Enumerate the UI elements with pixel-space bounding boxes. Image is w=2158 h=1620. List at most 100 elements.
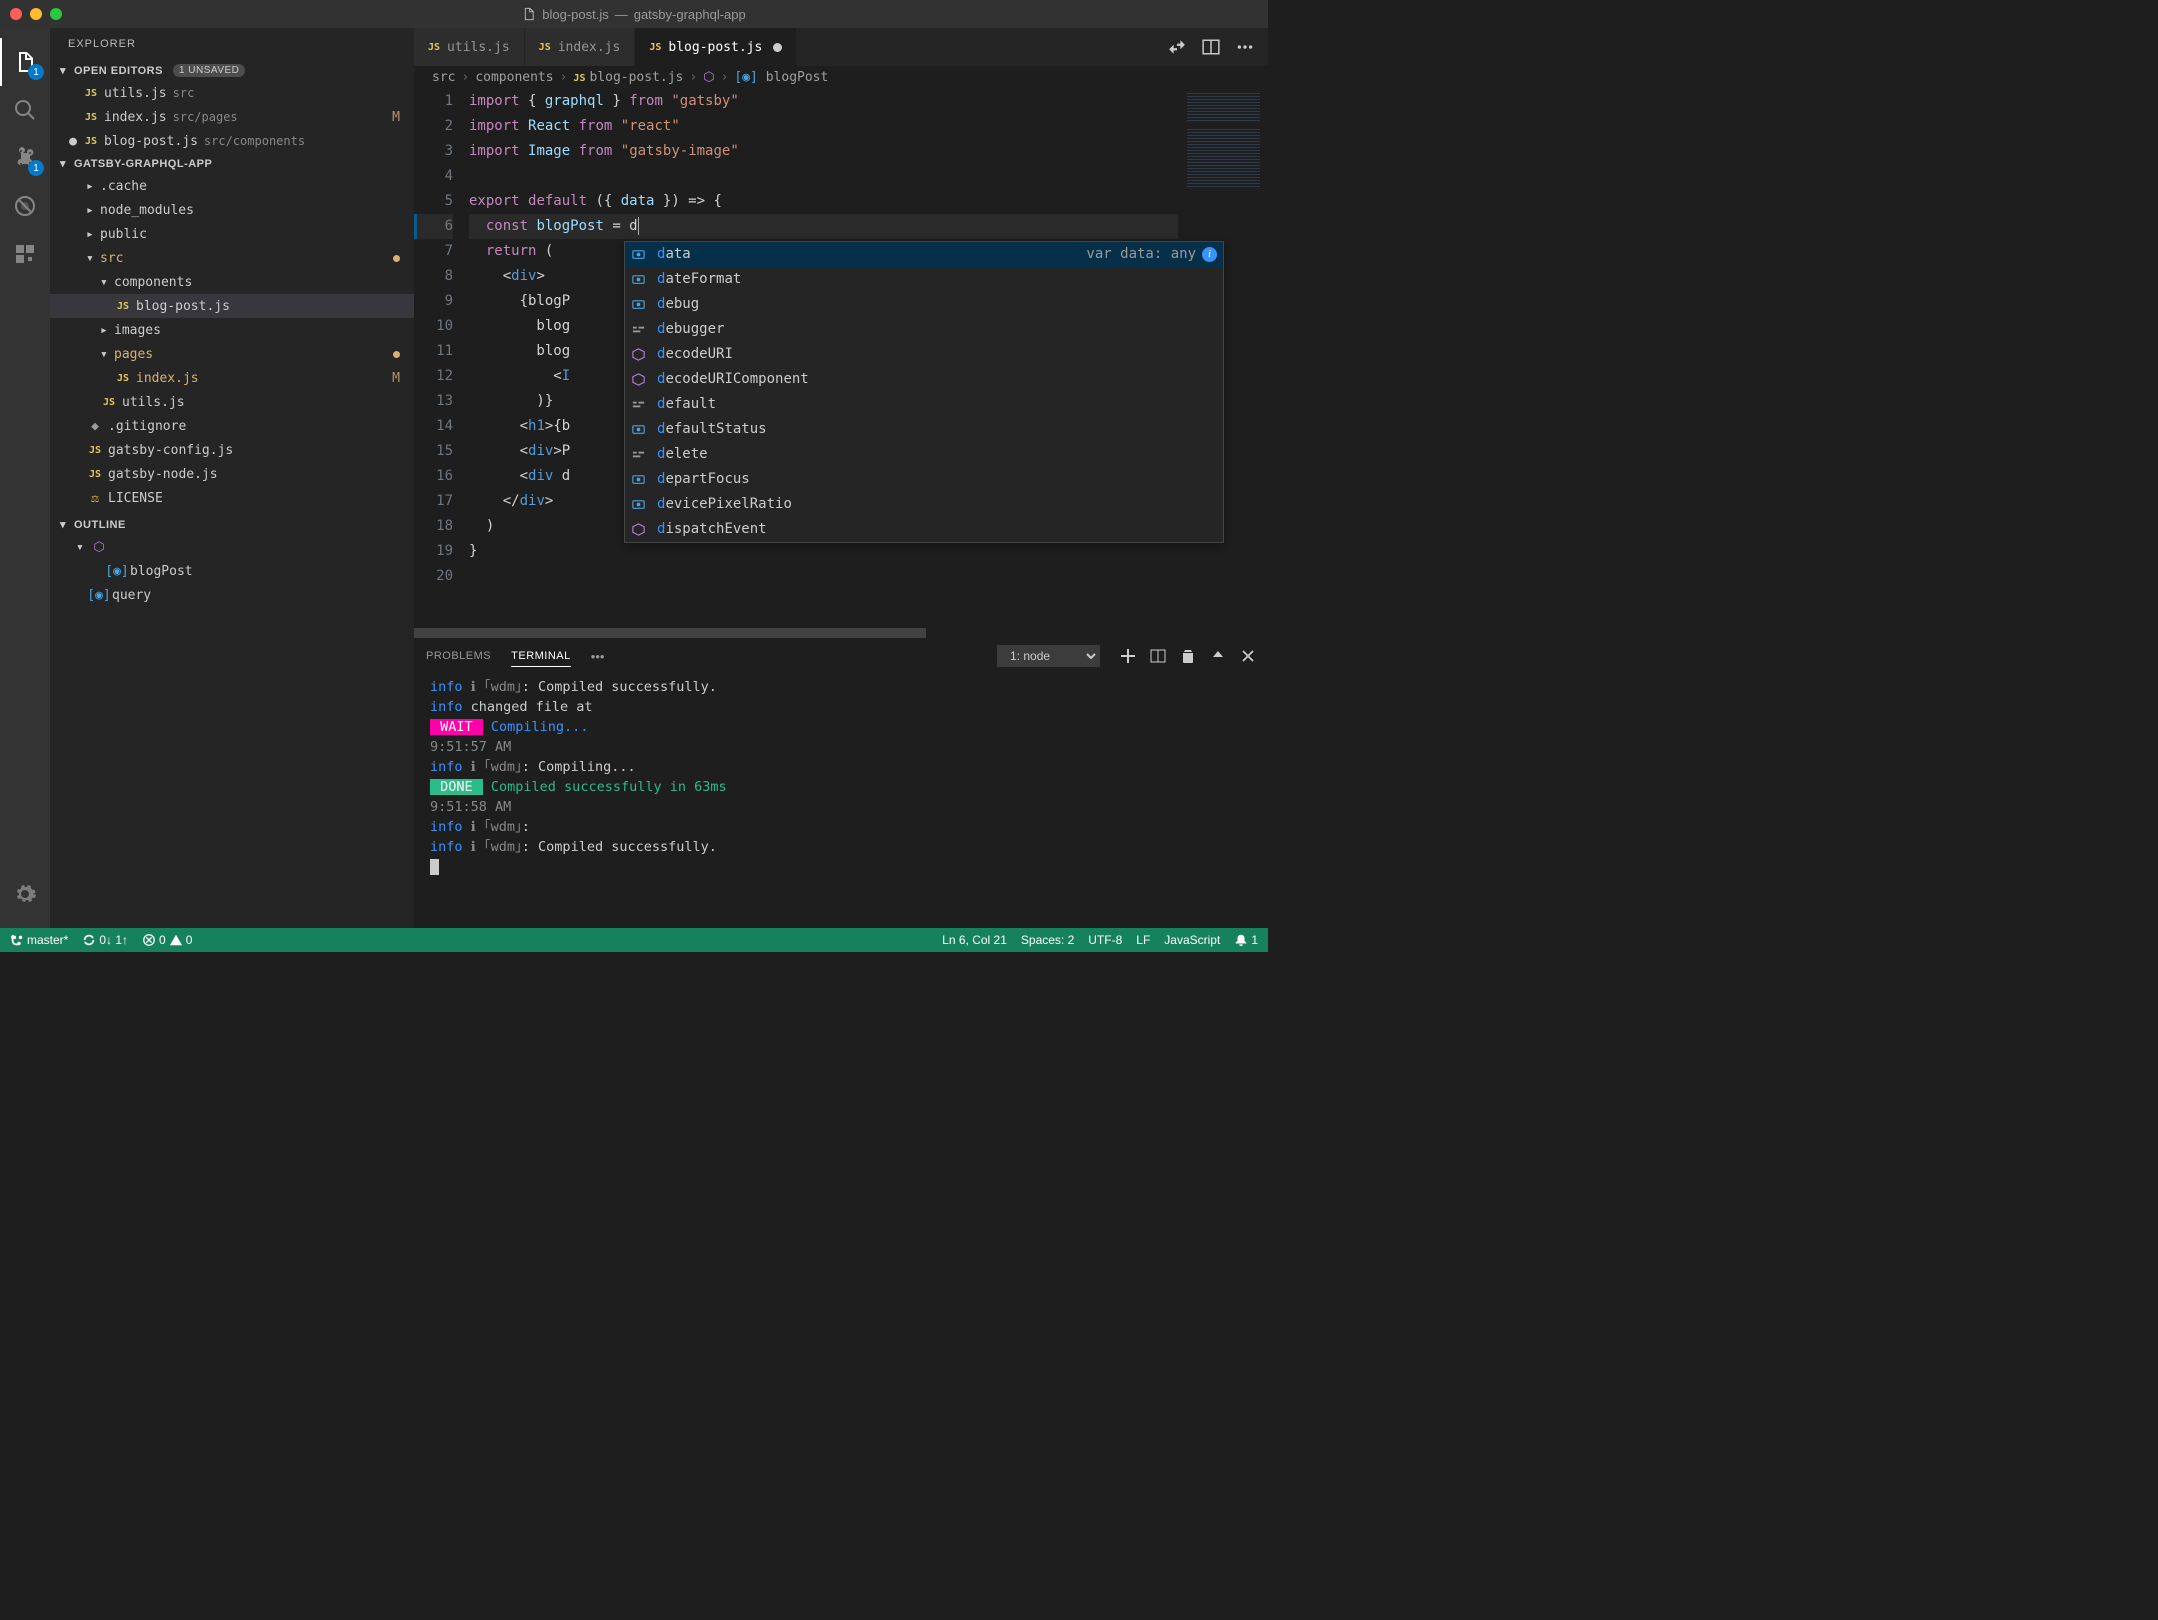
tree-item[interactable]: ▸images [50, 318, 414, 342]
unsaved-badge: 1 UNSAVED [173, 64, 245, 77]
outline-item[interactable]: ▾⬡ [50, 535, 414, 559]
warning-icon [169, 933, 183, 947]
panel-tab-more[interactable]: ••• [591, 649, 605, 664]
status-language[interactable]: JavaScript [1164, 933, 1220, 947]
panel-maximize-icon[interactable] [1210, 648, 1226, 664]
status-errors[interactable]: 0 0 [142, 933, 192, 947]
suggest-item[interactable]: debugger [625, 317, 1223, 342]
more-icon[interactable] [1236, 38, 1254, 56]
terminal-kill-icon[interactable] [1180, 648, 1196, 664]
terminal-new-icon[interactable] [1120, 648, 1136, 664]
scm-badge: 1 [28, 160, 44, 176]
outline-header[interactable]: ▾ OUTLINE [50, 514, 414, 535]
editor-scrollbar-h[interactable] [414, 628, 1268, 638]
project-header[interactable]: ▾ GATSBY-GRAPHQL-APP [50, 153, 414, 174]
suggest-item[interactable]: datavar data: any i [625, 242, 1223, 267]
sync-icon [82, 933, 96, 947]
tree-item[interactable]: ▾components [50, 270, 414, 294]
breadcrumb-item[interactable]: [◉] blogPost [734, 70, 828, 85]
code-content[interactable]: import { graphql } from "gatsby"import R… [469, 89, 1178, 628]
tree-item[interactable]: ▾pages [50, 342, 414, 366]
tree-item[interactable]: JSgatsby-config.js [50, 438, 414, 462]
activity-bar: 1 1 [0, 28, 50, 928]
editor-body[interactable]: 1234567891011121314151617181920 import {… [414, 89, 1268, 628]
breadcrumb-item[interactable]: JSblog-post.js [573, 70, 683, 85]
file-tree: ▸.cache▸node_modules▸public▾src▾componen… [50, 174, 414, 510]
open-editors-header[interactable]: ▾ OPEN EDITORS 1 UNSAVED [50, 60, 414, 81]
status-encoding[interactable]: UTF-8 [1088, 933, 1122, 947]
editor-tab[interactable]: JSblog-post.js [635, 28, 797, 66]
terminal-split-icon[interactable] [1150, 648, 1166, 664]
panel-close-icon[interactable] [1240, 648, 1256, 664]
branch-icon [10, 933, 24, 947]
breadcrumb-item[interactable]: src [432, 70, 455, 85]
suggest-item[interactable]: devicePixelRatio [625, 492, 1223, 517]
tree-item[interactable]: ▸node_modules [50, 198, 414, 222]
terminal-selector[interactable]: 1: node [997, 645, 1100, 667]
suggest-item[interactable]: dateFormat [625, 267, 1223, 292]
tree-item[interactable]: JSutils.js [50, 390, 414, 414]
terminal-output[interactable]: info ℹ ｢wdm｣: Compiled successfully.info… [414, 673, 1268, 928]
suggest-item[interactable]: defaultStatus [625, 417, 1223, 442]
suggest-item[interactable]: decodeURIComponent [625, 367, 1223, 392]
breadcrumb-item[interactable]: components [475, 70, 553, 85]
editor-tab[interactable]: JSindex.js [525, 28, 636, 66]
explorer-badge: 1 [28, 64, 44, 80]
tree-item[interactable]: ▸.cache [50, 174, 414, 198]
outline-item[interactable]: [◉]query [50, 583, 414, 607]
status-cursor[interactable]: Ln 6, Col 21 [942, 933, 1007, 947]
tree-item[interactable]: JSblog-post.js [50, 294, 414, 318]
tab-actions [1154, 28, 1268, 66]
tree-item[interactable]: ▸public [50, 222, 414, 246]
outline-item[interactable]: [◉]blogPost [50, 559, 414, 583]
tree-item[interactable]: JSgatsby-node.js [50, 462, 414, 486]
breadcrumb-item[interactable]: ⬡ [703, 70, 714, 85]
tree-item[interactable]: JSindex.jsM [50, 366, 414, 390]
titlebar: blog-post.js — gatsby-graphql-app [0, 0, 1268, 28]
window-maximize[interactable] [50, 8, 62, 20]
suggest-item[interactable]: departFocus [625, 467, 1223, 492]
status-sync[interactable]: 0↓ 1↑ [82, 933, 128, 947]
panel-tab-terminal[interactable]: TERMINAL [511, 646, 571, 667]
tree-item[interactable]: ▾src [50, 246, 414, 270]
compare-icon[interactable] [1168, 38, 1186, 56]
open-editor-item[interactable]: JSutils.jssrc [50, 81, 414, 105]
suggest-item[interactable]: dispatchEvent [625, 517, 1223, 542]
window-minimize[interactable] [30, 8, 42, 20]
editor-tab[interactable]: JSutils.js [414, 28, 525, 66]
breadcrumbs[interactable]: src›components›JSblog-post.js›⬡ ›[◉] blo… [414, 66, 1268, 89]
status-spaces[interactable]: Spaces: 2 [1021, 933, 1074, 947]
tree-item[interactable]: ⚖LICENSE [50, 486, 414, 510]
sidebar: EXPLORER ▾ OPEN EDITORS 1 UNSAVED JSutil… [50, 28, 414, 928]
panel: PROBLEMS TERMINAL ••• 1: node info ℹ ｢wd… [414, 638, 1268, 928]
open-editors-list: JSutils.jssrcJSindex.jssrc/pagesM●JSblog… [50, 81, 414, 153]
suggest-item[interactable]: default [625, 392, 1223, 417]
outline-tree: ▾⬡[◉]blogPost[◉]query [50, 535, 414, 607]
split-editor-icon[interactable] [1202, 38, 1220, 56]
error-icon [142, 933, 156, 947]
intellisense-popup[interactable]: datavar data: any idateFormatdebugdebugg… [624, 241, 1224, 543]
window-close[interactable] [10, 8, 22, 20]
activity-search[interactable] [0, 86, 50, 134]
status-eol[interactable]: LF [1136, 933, 1150, 947]
activity-settings[interactable] [0, 870, 50, 918]
suggest-item[interactable]: decodeURI [625, 342, 1223, 367]
open-editor-item[interactable]: JSindex.jssrc/pagesM [50, 105, 414, 129]
tree-item[interactable]: ◆.gitignore [50, 414, 414, 438]
activity-debug[interactable] [0, 182, 50, 230]
status-branch[interactable]: master* [10, 933, 68, 947]
line-gutter: 1234567891011121314151617181920 [414, 89, 469, 628]
activity-scm[interactable]: 1 [0, 134, 50, 182]
open-editor-item[interactable]: ●JSblog-post.jssrc/components [50, 129, 414, 153]
file-icon [522, 7, 536, 21]
window-title: blog-post.js — gatsby-graphql-app [522, 7, 746, 22]
status-bar: master* 0↓ 1↑ 0 0 Ln 6, Col 21 Spaces: 2… [0, 928, 1268, 952]
panel-tabs: PROBLEMS TERMINAL ••• 1: node [414, 639, 1268, 673]
bell-icon [1234, 933, 1248, 947]
activity-explorer[interactable]: 1 [0, 38, 50, 86]
status-notifications[interactable]: 1 [1234, 933, 1258, 947]
panel-tab-problems[interactable]: PROBLEMS [426, 646, 491, 666]
suggest-item[interactable]: delete [625, 442, 1223, 467]
suggest-item[interactable]: debug [625, 292, 1223, 317]
activity-extensions[interactable] [0, 230, 50, 278]
